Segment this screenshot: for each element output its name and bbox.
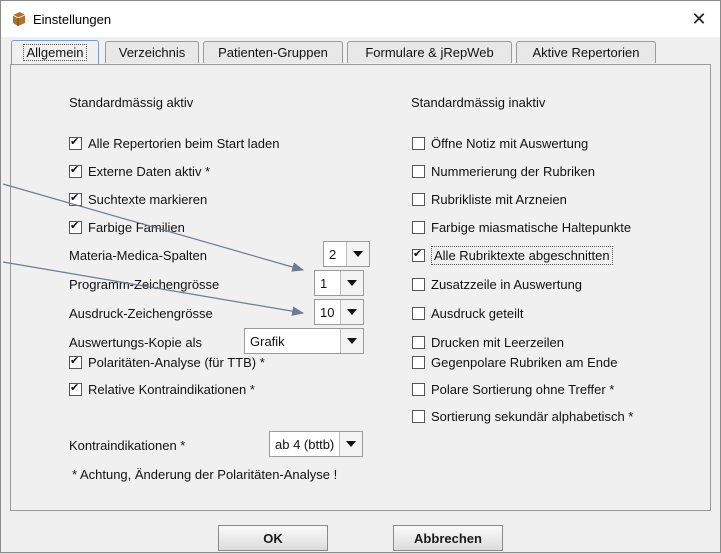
polarity-note: * Achtung, Änderung der Polaritäten-Anal… <box>72 467 338 482</box>
checkbox-box <box>69 135 82 150</box>
checkbox-miasmatische[interactable]: Farbige miasmatische Haltepunkte <box>412 220 631 235</box>
checkbox-box <box>412 193 425 206</box>
checkbox-sortierung-alphabetisch[interactable]: Sortierung sekundär alphabetisch * <box>412 409 633 424</box>
ausdruck-font-select[interactable]: 10 <box>314 299 364 325</box>
book-icon <box>12 12 26 26</box>
chevron-down-icon <box>339 432 362 456</box>
chevron-down-icon <box>340 271 363 295</box>
checkbox-label: Gegenpolare Rubriken am Ende <box>431 355 618 370</box>
checkbox-label: Alle Rubriktexte abgeschnitten <box>431 246 613 265</box>
checkbox-box <box>69 219 82 234</box>
select-value: Grafik <box>245 329 340 353</box>
checkbox-box <box>412 247 425 262</box>
close-icon[interactable]: ✕ <box>684 5 714 33</box>
settings-dialog: Einstellungen ✕ Allgemein Verzeichnis Pa… <box>0 0 721 553</box>
materia-medica-select[interactable]: 2 <box>323 241 370 267</box>
checkbox-label: Zusatzzeile in Auswertung <box>431 277 583 292</box>
checkbox-box <box>412 165 425 178</box>
checkbox-label: Drucken mit Leerzeilen <box>431 335 564 350</box>
checkbox-externe-daten[interactable]: Externe Daten aktiv * <box>69 163 211 179</box>
copy-as-label: Auswertungs-Kopie als <box>69 335 202 350</box>
chevron-down-icon <box>340 300 363 324</box>
select-value: ab 4 (bttb) <box>270 432 339 456</box>
checkbox-label: Suchtexte markieren <box>88 192 208 207</box>
checkbox-label: Ausdruck geteilt <box>431 306 524 321</box>
left-heading: Standardmässig aktiv <box>69 95 194 110</box>
checkbox-repertorien-laden[interactable]: Alle Repertorien beim Start laden <box>69 135 280 151</box>
checkbox-box <box>69 354 82 369</box>
checkbox-box <box>412 356 425 369</box>
chevron-down-icon <box>346 242 369 266</box>
title-bar: Einstellungen ✕ <box>1 1 720 37</box>
checkbox-box <box>412 336 425 349</box>
tab-formulare[interactable]: Formulare & jRepWeb <box>347 41 512 63</box>
checkbox-box <box>69 381 82 396</box>
checkbox-nummerierung[interactable]: Nummerierung der Rubriken <box>412 164 595 179</box>
materia-medica-label: Materia-Medica-Spalten <box>69 248 208 263</box>
checkbox-label: Öffne Notiz mit Auswertung <box>431 136 589 151</box>
tab-allgemein[interactable]: Allgemein <box>11 40 99 64</box>
checkbox-relative-kontra[interactable]: Relative Kontraindikationen * <box>69 381 255 397</box>
window-title: Einstellungen <box>33 12 112 27</box>
checkbox-label: Externe Daten aktiv * <box>88 164 211 179</box>
checkbox-rubrikliste[interactable]: Rubrikliste mit Arzneien <box>412 192 567 207</box>
checkbox-box <box>412 383 425 396</box>
checkbox-polaritaeten[interactable]: Polaritäten-Analyse (für TTB) * <box>69 354 265 370</box>
tab-label: Verzeichnis <box>118 45 186 60</box>
checkbox-notiz-auswertung[interactable]: Öffne Notiz mit Auswertung <box>412 136 588 151</box>
checkbox-label: Nummerierung der Rubriken <box>431 164 596 179</box>
checkbox-box <box>412 410 425 423</box>
checkbox-label: Farbige Familien <box>88 220 185 235</box>
right-heading: Standardmässig inaktiv <box>411 95 546 110</box>
select-value: 2 <box>324 242 346 266</box>
copy-as-select[interactable]: Grafik <box>244 328 364 354</box>
tab-label: Aktive Repertorien <box>532 45 640 60</box>
checkbox-box <box>412 221 425 234</box>
checkbox-farbige-familien[interactable]: Farbige Familien <box>69 219 185 235</box>
ok-button[interactable]: OK <box>218 525 328 551</box>
checkbox-box <box>412 278 425 291</box>
tab-aktive-repertorien[interactable]: Aktive Repertorien <box>516 41 656 63</box>
programm-font-label: Programm-Zeichengrösse <box>69 277 220 292</box>
tab-patienten-gruppen[interactable]: Patienten-Gruppen <box>203 41 343 63</box>
tab-label: Formulare & jRepWeb <box>365 45 494 60</box>
checkbox-label: Sortierung sekundär alphabetisch * <box>431 409 634 424</box>
tab-label: Allgemein <box>23 44 87 61</box>
kontraindikationen-select[interactable]: ab 4 (bttb) <box>269 431 363 457</box>
checkbox-ausdruck-geteilt[interactable]: Ausdruck geteilt <box>412 306 524 321</box>
cancel-button[interactable]: Abbrechen <box>393 525 503 551</box>
programm-font-select[interactable]: 1 <box>314 270 364 296</box>
checkbox-label: Polaritäten-Analyse (für TTB) * <box>88 355 265 370</box>
checkbox-polare-sortierung[interactable]: Polare Sortierung ohne Treffer * <box>412 382 614 397</box>
checkbox-suchtexte[interactable]: Suchtexte markieren <box>69 191 208 207</box>
checkbox-leerzeilen[interactable]: Drucken mit Leerzeilen <box>412 335 564 350</box>
checkbox-box <box>412 307 425 320</box>
ausdruck-font-label: Ausdruck-Zeichengrösse <box>69 306 213 321</box>
checkbox-label: Farbige miasmatische Haltepunkte <box>431 220 632 235</box>
tab-label: Patienten-Gruppen <box>218 45 328 60</box>
checkbox-label: Polare Sortierung ohne Treffer * <box>431 382 615 397</box>
checkbox-label: Alle Repertorien beim Start laden <box>88 136 280 151</box>
checkbox-box <box>69 191 82 206</box>
chevron-down-icon <box>340 329 363 353</box>
tab-verzeichnis[interactable]: Verzeichnis <box>105 41 199 63</box>
select-value: 1 <box>315 271 340 295</box>
checkbox-label: Relative Kontraindikationen * <box>88 382 255 397</box>
checkbox-box <box>412 137 425 150</box>
checkbox-label: Rubrikliste mit Arzneien <box>431 192 567 207</box>
kontraindikationen-label: Kontraindikationen * <box>69 438 186 453</box>
checkbox-gegenpolare[interactable]: Gegenpolare Rubriken am Ende <box>412 355 617 370</box>
checkbox-box <box>69 163 82 178</box>
select-value: 10 <box>315 300 340 324</box>
checkbox-zusatzzeile[interactable]: Zusatzzeile in Auswertung <box>412 277 582 292</box>
checkbox-rubriktexte[interactable]: Alle Rubriktexte abgeschnitten <box>412 246 613 265</box>
